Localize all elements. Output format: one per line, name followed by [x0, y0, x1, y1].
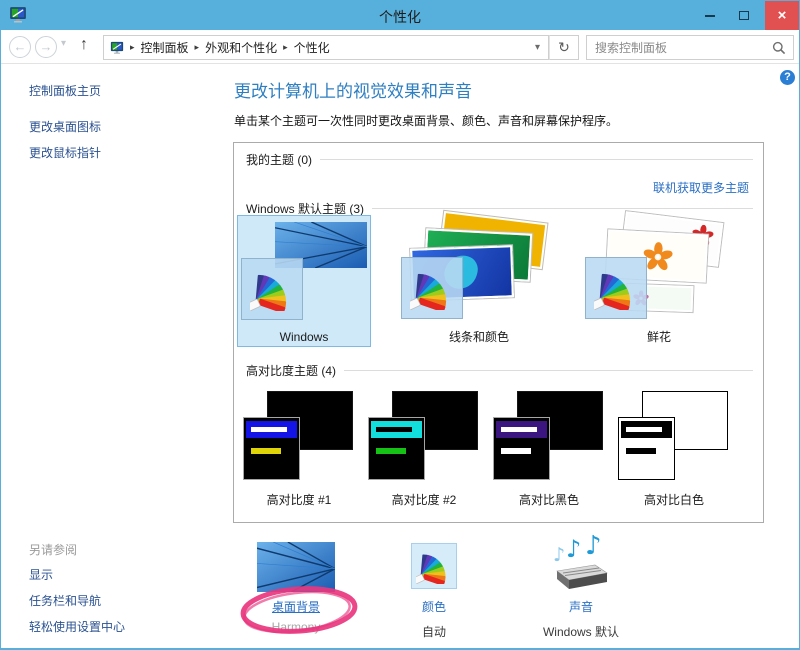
theme-tile-flowers[interactable]: 鲜花 [583, 215, 735, 347]
themes-panel: 我的主题 (0) 联机获取更多主题 Windows 默认主题 (3) Windo… [233, 142, 764, 523]
sound-value: Windows 默认 [521, 623, 641, 640]
breadcrumb-separator: ▸ [130, 42, 135, 53]
theme-label: Windows [238, 330, 370, 344]
address-toolbar: ← → ▾ ↑ ▸ 控制面板 ▸ 外观和个性化 ▸ 个性化 ▾ ↻ [1, 30, 799, 64]
page-title: 更改计算机上的视觉效果和声音 [234, 77, 472, 102]
my-themes-header: 我的主题 (0) [246, 151, 753, 168]
sidebar-item-taskbar-navigation[interactable]: 任务栏和导航 [29, 592, 101, 609]
theme-tile-high-contrast-2[interactable]: 高对比度 #2 [368, 388, 480, 512]
help-icon[interactable]: ? [780, 70, 795, 85]
theme-label: 线条和颜色 [399, 328, 559, 345]
high-contrast-header: 高对比度主题 (4) [246, 362, 753, 379]
history-dropdown-icon[interactable]: ▾ [61, 38, 66, 49]
hc-front-card [618, 417, 675, 480]
sidebar-item-ease-of-access[interactable]: 轻松使用设置中心 [29, 618, 125, 635]
hc-front-card [368, 417, 425, 480]
breadcrumb-personalization[interactable]: 个性化 [294, 39, 330, 56]
close-button[interactable]: × [765, 1, 799, 30]
color-link[interactable]: 颜色 [394, 598, 474, 615]
hc-front-card [493, 417, 550, 480]
breadcrumb-appearance[interactable]: 外观和个性化 [205, 39, 277, 56]
get-more-themes-link[interactable]: 联机获取更多主题 [653, 179, 749, 196]
sound-link[interactable]: 声音 [549, 598, 613, 615]
theme-label: 高对比黑色 [485, 491, 613, 508]
theme-tile-high-contrast-black[interactable]: 高对比黑色 [493, 388, 605, 512]
refresh-icon[interactable]: ↻ [549, 35, 579, 60]
window-title: 个性化 [1, 7, 799, 27]
svg-text:♪: ♪ [566, 535, 581, 563]
maximize-button[interactable] [729, 1, 759, 30]
sound-icon[interactable]: ♪ ♪ ♪ [549, 535, 611, 595]
breadcrumb-separator: ▸ [283, 42, 288, 53]
desktop-background-thumbnail[interactable] [257, 542, 335, 592]
address-dropdown-icon[interactable]: ▾ [535, 42, 540, 53]
theme-label: 高对比白色 [610, 491, 738, 508]
minimize-button[interactable] [695, 1, 725, 30]
sidebar-item-change-mouse-pointers[interactable]: 更改鼠标指针 [29, 144, 101, 161]
title-bar: 个性化 × [1, 1, 799, 30]
theme-label: 高对比度 #1 [235, 491, 363, 508]
desktop-background-link[interactable]: 桌面背景 [236, 598, 356, 615]
breadcrumb-control-panel[interactable]: 控制面板 [141, 39, 189, 56]
theme-label: 鲜花 [583, 328, 735, 345]
svg-text:♪: ♪ [553, 544, 565, 566]
personalization-window: 个性化 × ← → ▾ ↑ ▸ 控制面板 ▸ 外观和个性化 ▸ 个性化 ▾ ↻ [0, 0, 800, 650]
svg-text:♪: ♪ [585, 535, 602, 561]
high-contrast-row: 高对比度 #1 高对比度 #2 高对比黑色 [243, 388, 730, 512]
search-icon[interactable] [772, 41, 786, 55]
hc-front-card [243, 417, 300, 480]
theme-tile-high-contrast-1[interactable]: 高对比度 #1 [243, 388, 355, 512]
theme-swatch-icon [585, 257, 647, 319]
location-icon [110, 41, 124, 55]
see-also-header: 另请参阅 [29, 541, 77, 558]
theme-swatch-icon [401, 257, 463, 319]
search-input[interactable] [587, 41, 772, 55]
forward-icon[interactable]: → [35, 36, 57, 58]
back-icon[interactable]: ← [9, 36, 31, 58]
theme-tile-lines-colors[interactable]: 线条和颜色 [399, 215, 559, 347]
color-setting-icon[interactable] [411, 543, 457, 589]
theme-label: 高对比度 #2 [360, 491, 488, 508]
sidebar-item-change-desktop-icons[interactable]: 更改桌面图标 [29, 118, 101, 135]
breadcrumb-separator: ▸ [195, 42, 200, 53]
default-themes-row: Windows 线条和颜色 [237, 215, 735, 359]
theme-tile-high-contrast-white[interactable]: 高对比白色 [618, 388, 730, 512]
desktop-background-value: Harmony [236, 620, 356, 634]
page-subtitle: 单击某个主题可一次性同时更改桌面背景、颜色、声音和屏幕保护程序。 [234, 112, 618, 129]
sidebar-item-display[interactable]: 显示 [29, 566, 53, 583]
theme-swatch-icon [241, 258, 303, 320]
up-icon[interactable]: ↑ [80, 36, 88, 54]
sidebar-item-control-panel-home[interactable]: 控制面板主页 [29, 82, 101, 99]
search-box [586, 35, 794, 60]
breadcrumb: ▸ 控制面板 ▸ 外观和个性化 ▸ 个性化 ▾ [103, 35, 549, 60]
color-value: 自动 [394, 623, 474, 640]
theme-tile-windows[interactable]: Windows [237, 215, 371, 347]
